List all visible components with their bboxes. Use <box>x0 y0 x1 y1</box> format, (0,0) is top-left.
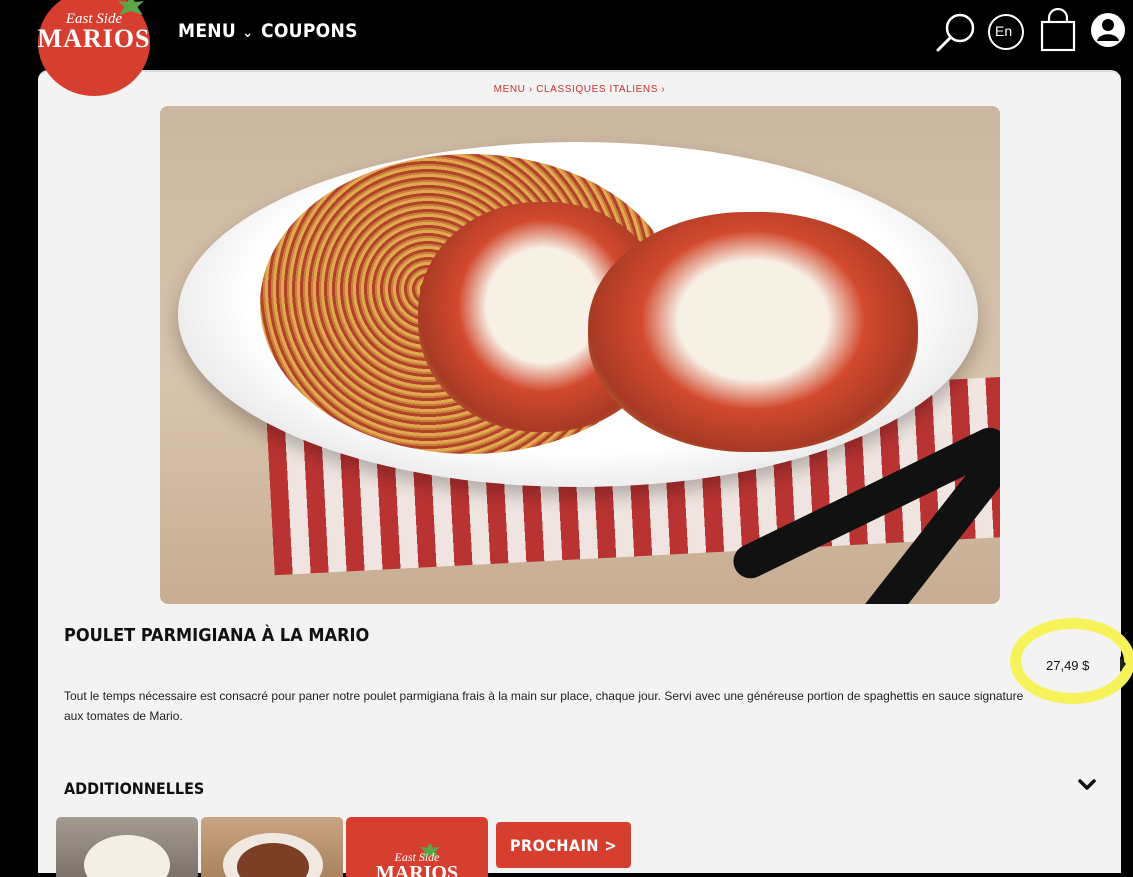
breadcrumb-category-link[interactable]: CLASSIQUES ITALIENS <box>536 84 658 95</box>
additional-item-thumbnail[interactable] <box>201 817 343 877</box>
bowl <box>223 833 323 877</box>
next-button[interactable]: PROCHAIN > <box>496 822 631 868</box>
dish-price: 27,49 $ <box>1046 658 1090 673</box>
breadcrumb-separator: › <box>528 84 533 95</box>
chevron-right-icon[interactable] <box>1120 656 1126 672</box>
account-icon[interactable] <box>1090 12 1126 53</box>
breadcrumb-menu-link[interactable]: MENU <box>494 84 526 95</box>
logo-text-line2: MARIOS <box>37 24 151 53</box>
breadcrumb-separator: › <box>661 84 666 95</box>
nav-menu-dropdown[interactable]: MENU ⌄ <box>178 20 253 42</box>
additional-item-thumbnail[interactable]: East Side MARIOS <box>346 817 488 877</box>
additional-item-thumbnail[interactable] <box>56 817 198 877</box>
language-label: En <box>995 23 1013 39</box>
chicken-cutlet <box>588 212 918 452</box>
search-icon[interactable] <box>933 10 979 61</box>
thumb-logo-line2: MARIOS <box>375 862 459 877</box>
top-navigation-bar: East Side MARIOS MENU ⌄ COUPONS En <box>8 0 1133 96</box>
nav-coupons-link[interactable]: COUPONS <box>261 20 358 42</box>
chevron-down-icon: ⌄ <box>242 25 254 41</box>
language-toggle[interactable]: En <box>986 12 1026 57</box>
product-card: MENU › CLASSIQUES ITALIENS › POULET PARM… <box>38 70 1133 877</box>
leaf-icon <box>118 0 144 15</box>
nav-menu-label: MENU <box>178 20 237 42</box>
cart-icon[interactable] <box>1038 7 1078 59</box>
dish-description: Tout le temps nécessaire est consacré po… <box>64 689 1024 723</box>
chevron-down-icon[interactable] <box>1078 778 1096 792</box>
breadcrumb: MENU › CLASSIQUES ITALIENS › <box>38 84 1121 95</box>
dish-title: POULET PARMIGIANA À LA MARIO <box>64 625 370 646</box>
bowl <box>84 835 170 877</box>
plate <box>178 142 978 487</box>
dish-image <box>160 106 1000 604</box>
additionals-heading: ADDITIONNELLES <box>64 779 205 798</box>
